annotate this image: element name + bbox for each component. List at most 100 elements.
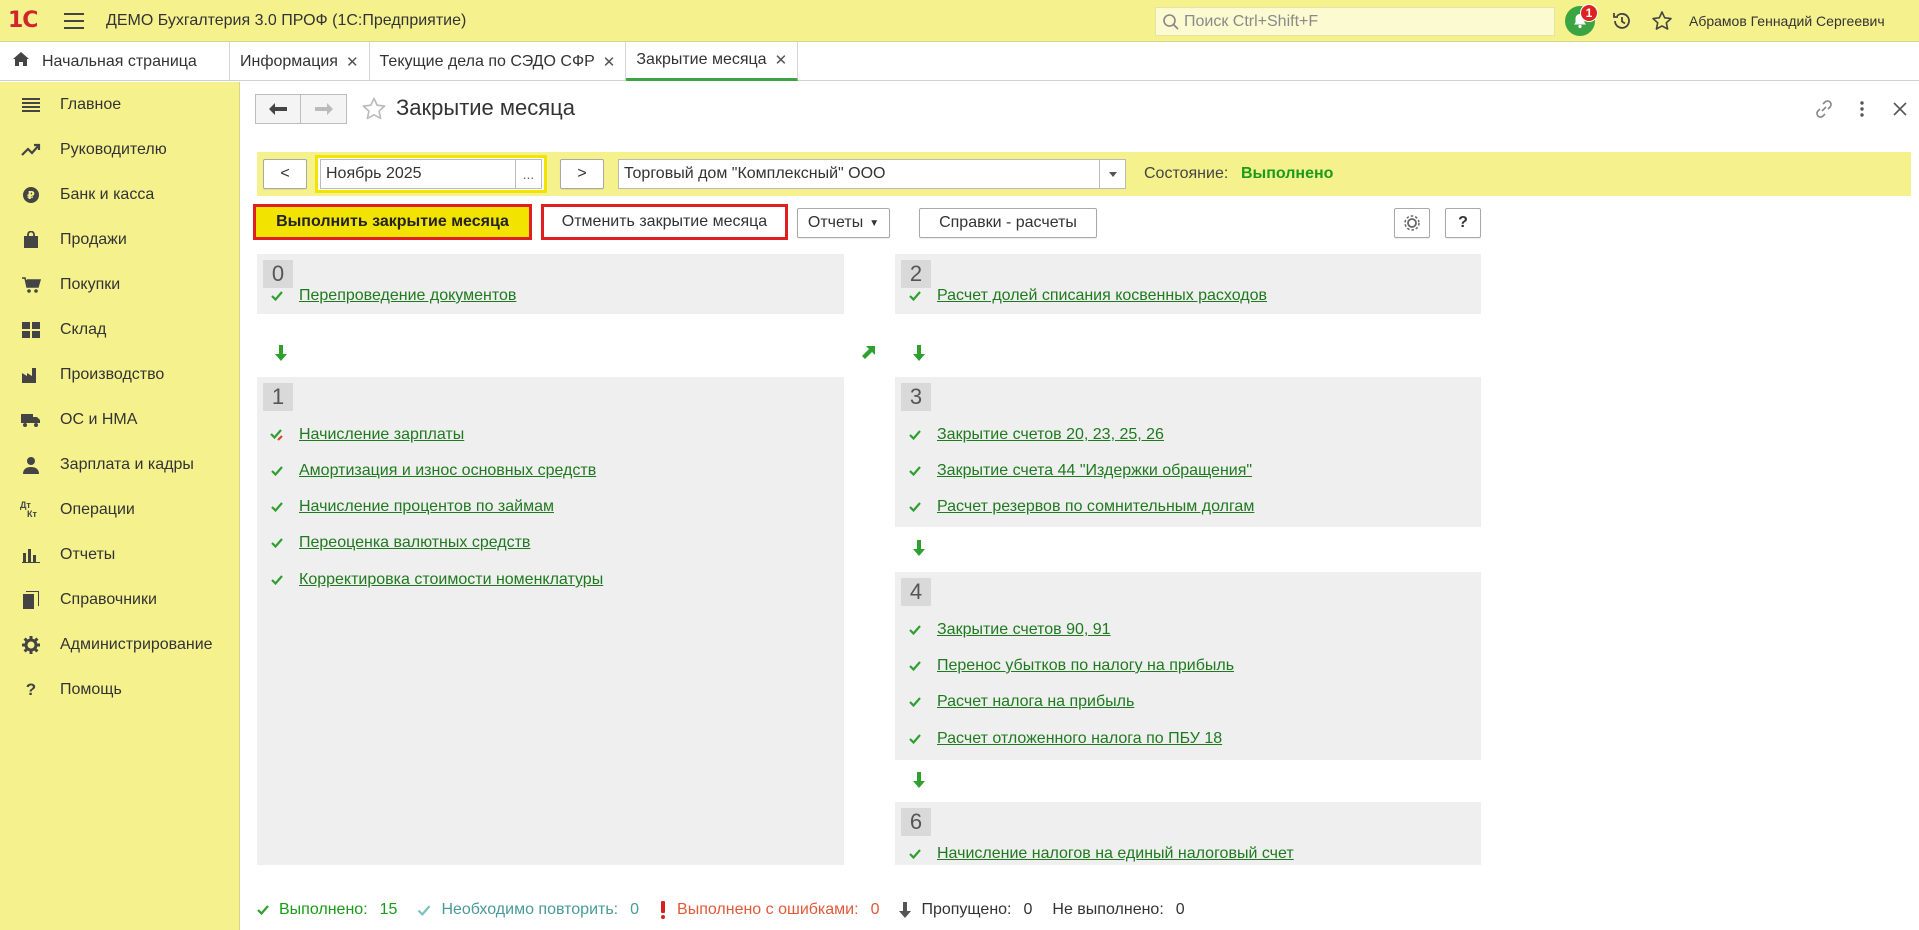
sidebar-item-sales[interactable]: Продажи (0, 217, 239, 262)
summary-label: Не выполнено: (1052, 901, 1164, 918)
task-item: Расчет налога на прибыль (905, 690, 1134, 714)
kt-label: Кт (27, 508, 37, 519)
close-icon[interactable]: ✕ (775, 51, 788, 69)
task-link[interactable]: Перепроведение документов (299, 287, 516, 305)
chevron-down-icon (1108, 171, 1117, 177)
prev-period-button[interactable]: < (263, 159, 307, 189)
back-button[interactable] (255, 94, 301, 124)
sidebar-item-warehouse[interactable]: Склад (0, 307, 239, 352)
check-icon (905, 729, 925, 749)
task-link[interactable]: Закрытие счетов 90, 91 (937, 621, 1111, 639)
task-item: Корректировка стоимости номенклатуры (267, 568, 603, 592)
help-button[interactable]: ? (1445, 208, 1481, 238)
check-icon (905, 286, 925, 306)
check-icon (267, 570, 287, 590)
history-button[interactable] (1609, 8, 1635, 34)
sidebar-item-label: Отчеты (60, 545, 116, 563)
bar-chart-icon (20, 544, 42, 566)
close-form-button[interactable] (1881, 94, 1919, 124)
task-link[interactable]: Начисление налогов на единый налоговый с… (937, 845, 1294, 863)
check-icon (905, 656, 925, 676)
task-link[interactable]: Амортизация и износ основных средств (299, 462, 596, 480)
task-item: Начисление процентов по займам (267, 495, 554, 519)
sidebar-item-catalogs[interactable]: Справочники (0, 577, 239, 622)
tab-month-close[interactable]: Закрытие месяца ✕ (626, 42, 799, 81)
search-input[interactable]: Поиск Ctrl+Shift+F (1155, 7, 1555, 36)
task-item: Расчет резервов по сомнительным долгам (905, 495, 1254, 519)
check-icon (257, 905, 269, 915)
favorite-star-button[interactable] (361, 96, 387, 125)
organization-select[interactable]: Торговый дом "Комплексный" ООО (618, 159, 1126, 189)
tab-info[interactable]: Информация ✕ (230, 42, 370, 81)
task-item: Расчет отложенного налога по ПБУ 18 (905, 727, 1222, 751)
task-link[interactable]: Переоценка валютных средств (299, 534, 530, 552)
reference-calculations-button[interactable]: Справки - расчеты (919, 208, 1097, 238)
books-icon (20, 589, 42, 611)
task-item: Переоценка валютных средств (267, 531, 530, 555)
main-menu-button[interactable] (64, 12, 84, 29)
task-link[interactable]: Корректировка стоимости номенклатуры (299, 571, 603, 589)
link-button[interactable] (1805, 94, 1843, 124)
period-field[interactable]: Ноябрь 2025 ... (315, 155, 547, 193)
sidebar-item-operations[interactable]: Дт Кт Операции (0, 487, 239, 532)
task-item: Начисление зарплаты (267, 423, 464, 447)
summary-done: Выполнено: 15 (257, 901, 397, 919)
task-link[interactable]: Закрытие счета 44 "Издержки обращения" (937, 462, 1252, 480)
summary-count: 0 (630, 901, 640, 918)
close-icon[interactable]: ✕ (603, 53, 616, 71)
next-period-button[interactable]: > (560, 159, 604, 189)
user-name[interactable]: Абрамов Геннадий Сергеевич (1689, 13, 1885, 29)
favorites-button[interactable] (1649, 8, 1675, 34)
sidebar-item-label: Помощь (60, 680, 122, 698)
gear-icon (20, 634, 42, 656)
step-number: 4 (901, 578, 931, 606)
sidebar-item-production[interactable]: Производство (0, 352, 239, 397)
reports-dropdown-button[interactable]: Отчеты ▼ (797, 208, 890, 238)
sidebar-item-salary[interactable]: Зарплата и кадры (0, 442, 239, 487)
summary-label: Необходимо повторить: (441, 901, 619, 918)
sidebar-item-reports[interactable]: Отчеты (0, 532, 239, 577)
cancel-month-close-button[interactable]: Отменить закрытие месяца (541, 204, 788, 240)
close-icon[interactable]: ✕ (346, 53, 359, 71)
task-link[interactable]: Расчет отложенного налога по ПБУ 18 (937, 730, 1222, 748)
task-link[interactable]: Закрытие счетов 20, 23, 25, 26 (937, 426, 1164, 444)
task-link[interactable]: Начисление процентов по займам (299, 498, 554, 516)
check-icon (905, 461, 925, 481)
forward-button[interactable] (301, 94, 347, 124)
sidebar-item-purchases[interactable]: Покупки (0, 262, 239, 307)
more-menu-button[interactable] (1843, 94, 1881, 124)
period-select-button[interactable]: ... (516, 159, 542, 189)
task-link[interactable]: Расчет налога на прибыль (937, 693, 1134, 711)
run-month-close-button[interactable]: Выполнить закрытие месяца (253, 204, 532, 240)
tab-home[interactable]: Начальная страница (0, 42, 230, 81)
task-item: Расчет долей списания косвенных расходов (905, 284, 1267, 308)
settings-button[interactable] (1394, 208, 1430, 238)
task-item: Закрытие счетов 90, 91 (905, 618, 1111, 642)
sidebar-item-label: Руководителю (60, 140, 167, 158)
svg-text:₽: ₽ (27, 189, 35, 202)
tab-label: Информация (240, 52, 338, 70)
home-icon (12, 51, 30, 72)
dropdown-button[interactable] (1099, 160, 1125, 188)
arrow-left-icon (269, 103, 287, 115)
sidebar-item-bank[interactable]: ₽ Банк и касса (0, 172, 239, 217)
sidebar-item-manager[interactable]: Руководителю (0, 127, 239, 172)
task-link[interactable]: Расчет долей списания косвенных расходов (937, 287, 1267, 305)
task-link[interactable]: Начисление зарплаты (299, 426, 464, 444)
check-icon (267, 461, 287, 481)
sidebar-item-fixed-assets[interactable]: ОС и НМА (0, 397, 239, 442)
summary-count: 15 (379, 901, 398, 918)
step-panel-2: 2 Расчет долей списания косвенных расход… (895, 254, 1481, 314)
period-input[interactable]: Ноябрь 2025 (320, 159, 516, 189)
sidebar-item-main[interactable]: Главное (0, 82, 239, 127)
check-icon (267, 286, 287, 306)
sidebar-item-admin[interactable]: Администрирование (0, 622, 239, 667)
page-title: Закрытие месяца (396, 95, 576, 120)
task-link[interactable]: Расчет резервов по сомнительным долгам (937, 498, 1254, 516)
sidebar-item-help[interactable]: ? Помощь (0, 667, 239, 712)
app-title: ДЕМО Бухгалтерия 3.0 ПРОФ (1С:Предприяти… (106, 11, 467, 29)
tab-sedo[interactable]: Текущие дела по СЭДО СФР ✕ (370, 42, 627, 81)
more-vertical-icon (1860, 101, 1864, 117)
notifications-button[interactable]: 1 (1565, 4, 1598, 36)
task-link[interactable]: Перенос убытков по налогу на прибыль (937, 657, 1234, 675)
